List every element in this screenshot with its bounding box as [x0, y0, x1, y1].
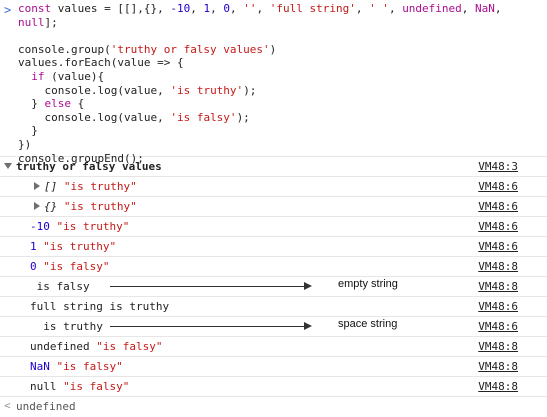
source-link[interactable]: VM48:6: [478, 300, 518, 313]
arrow-line: [110, 326, 306, 327]
log-message: is truthy: [30, 320, 103, 333]
log-message: undefined "is falsy": [30, 340, 162, 353]
log-value: 0: [30, 260, 37, 273]
log-row: is truthy VM48:6 space string: [0, 317, 547, 337]
log-message: {} "is truthy": [34, 200, 137, 213]
log-text: "is truthy": [43, 240, 117, 253]
source-link[interactable]: VM48:8: [478, 360, 518, 373]
log-message: full string is truthy: [30, 300, 169, 313]
log-row: 1 "is truthy" VM48:6: [0, 237, 547, 257]
log-row: full string is truthy VM48:6: [0, 297, 547, 317]
log-text: "is falsy": [56, 360, 123, 373]
source-link[interactable]: VM48:6: [478, 320, 518, 333]
console-input-code[interactable]: const values = [[],{}, -10, 1, 0, '', 'f…: [18, 2, 502, 165]
source-link[interactable]: VM48:8: [478, 340, 518, 353]
log-message: is falsy: [30, 280, 90, 293]
source-link[interactable]: VM48:8: [478, 260, 518, 273]
console-result: < undefined: [0, 397, 547, 417]
source-link[interactable]: VM48:8: [478, 380, 518, 393]
log-message: null "is falsy": [30, 380, 129, 393]
console-input-block: > const values = [[],{}, -10, 1, 0, '', …: [0, 0, 547, 165]
log-row: -10 "is truthy" VM48:6: [0, 217, 547, 237]
annotation-label: space string: [338, 318, 398, 330]
log-row: [] "is truthy" VM48:6: [0, 177, 547, 197]
arrow-head-icon: [304, 282, 312, 290]
expand-triangle-icon[interactable]: [34, 182, 40, 190]
log-row: {} "is truthy" VM48:6: [0, 197, 547, 217]
log-row: null "is falsy" VM48:8: [0, 377, 547, 397]
log-value: undefined: [30, 340, 90, 353]
source-link[interactable]: VM48:8: [478, 280, 518, 293]
log-message: 0 "is falsy": [30, 260, 109, 273]
log-text: "is falsy": [43, 260, 110, 273]
log-value[interactable]: []: [44, 180, 57, 193]
log-row: is falsy VM48:8 empty string: [0, 277, 547, 297]
log-message: NaN "is falsy": [30, 360, 123, 373]
log-text: is falsy: [30, 280, 90, 293]
source-link[interactable]: VM48:6: [478, 220, 518, 233]
log-message: -10 "is truthy": [30, 220, 129, 233]
log-message: 1 "is truthy": [30, 240, 116, 253]
log-text: is truthy: [30, 320, 103, 333]
source-link[interactable]: VM48:6: [478, 200, 518, 213]
input-prompt-icon: >: [4, 3, 12, 17]
collapse-triangle-icon[interactable]: [4, 163, 12, 169]
log-value: null: [30, 380, 57, 393]
result-arrow-icon: <: [4, 399, 11, 412]
log-text: "is falsy": [63, 380, 130, 393]
log-message: [] "is truthy": [34, 180, 137, 193]
log-value[interactable]: {}: [44, 200, 57, 213]
console-group-header[interactable]: truthy or falsy values VM48:3: [0, 157, 547, 177]
log-row: undefined "is falsy" VM48:8: [0, 337, 547, 357]
arrow-head-icon: [304, 322, 312, 330]
group-label: truthy or falsy values: [16, 160, 162, 173]
log-value: 1: [30, 240, 37, 253]
result-value: undefined: [16, 400, 76, 413]
log-row: 0 "is falsy" VM48:8: [0, 257, 547, 277]
annotation-label: empty string: [338, 278, 398, 290]
log-text: "is truthy": [63, 200, 137, 213]
arrow-line: [110, 286, 306, 287]
source-link[interactable]: VM48:3: [478, 160, 518, 173]
source-link[interactable]: VM48:6: [478, 240, 518, 253]
source-link[interactable]: VM48:6: [478, 180, 518, 193]
log-row: NaN "is falsy" VM48:8: [0, 357, 547, 377]
expand-triangle-icon[interactable]: [34, 202, 40, 210]
log-value: -10: [30, 220, 50, 233]
log-text: full string is truthy: [30, 300, 170, 313]
log-text: "is truthy": [56, 220, 130, 233]
log-text: "is truthy": [63, 180, 137, 193]
console-log-list: [] "is truthy" VM48:6 {} "is truthy" VM48:6…: [0, 177, 547, 397]
log-text: "is falsy": [96, 340, 163, 353]
log-value: NaN: [30, 360, 50, 373]
